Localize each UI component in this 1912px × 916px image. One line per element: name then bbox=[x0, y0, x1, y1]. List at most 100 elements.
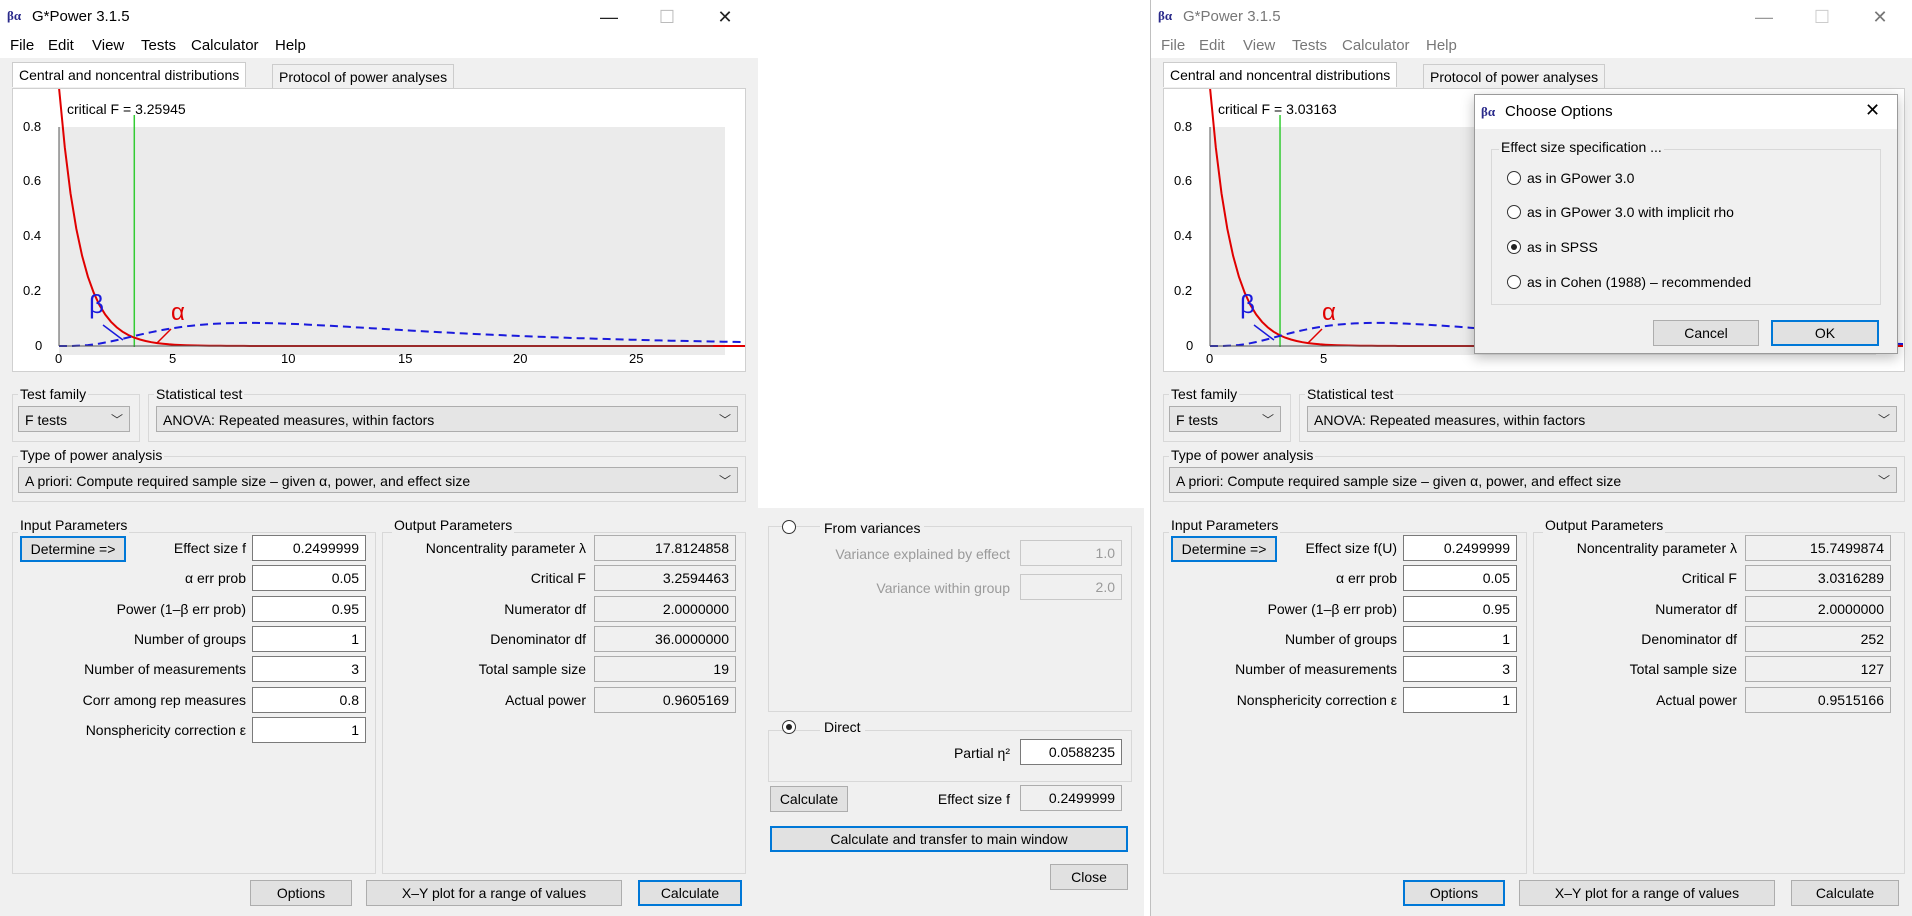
options-button[interactable]: Options bbox=[1403, 880, 1505, 906]
calculate-button[interactable]: Calculate bbox=[1791, 880, 1899, 906]
output-parameters-label: Output Parameters bbox=[392, 517, 515, 533]
tab-distributions[interactable]: Central and noncentral distributions bbox=[1163, 62, 1398, 87]
var-effect-label: Variance explained by effect bbox=[835, 546, 1010, 562]
determine-button[interactable]: Determine => bbox=[1171, 536, 1277, 562]
maximize-icon[interactable]: ☐ bbox=[638, 0, 696, 34]
output-label: Total sample size bbox=[478, 661, 586, 677]
minimize-icon[interactable]: — bbox=[1735, 0, 1793, 34]
alpha-symbol: α bbox=[171, 299, 185, 326]
effect-calculate-button[interactable]: Calculate bbox=[770, 786, 848, 812]
statistical-test-select[interactable]: ANOVA: Repeated measures, within factors… bbox=[1307, 406, 1897, 432]
var-effect-input[interactable]: 1.0 bbox=[1020, 540, 1122, 566]
statistical-test-select[interactable]: ANOVA: Repeated measures, within factors… bbox=[156, 406, 738, 432]
menu-help[interactable]: Help bbox=[275, 37, 306, 54]
test-family-select[interactable]: F tests ﹀ bbox=[18, 406, 130, 432]
dialog-title: Choose Options bbox=[1505, 103, 1613, 120]
output-label: Actual power bbox=[1656, 692, 1737, 708]
test-family-label: Test family bbox=[1169, 386, 1240, 402]
alpha-err-input[interactable]: 0.05 bbox=[1403, 565, 1517, 591]
alpha-err-input[interactable]: 0.05 bbox=[252, 565, 366, 591]
power-input[interactable]: 0.95 bbox=[1403, 596, 1517, 622]
menu-calculator[interactable]: Calculator bbox=[191, 37, 259, 54]
determine-button[interactable]: Determine => bbox=[20, 536, 126, 562]
menu-view[interactable]: View bbox=[92, 37, 124, 54]
nonsphericity-input[interactable]: 1 bbox=[252, 717, 366, 743]
menu-calculator[interactable]: Calculator bbox=[1342, 37, 1410, 54]
menu-file[interactable]: File bbox=[1161, 37, 1185, 54]
input-label: Effect size f(U) bbox=[1305, 540, 1397, 556]
power-analysis-select[interactable]: A priori: Compute required sample size –… bbox=[1169, 467, 1897, 493]
menu-tests[interactable]: Tests bbox=[141, 37, 176, 54]
number-of-groups-input[interactable]: 1 bbox=[1403, 626, 1517, 652]
window-title: G*Power 3.1.5 bbox=[1183, 8, 1281, 25]
options-button[interactable]: Options bbox=[250, 880, 352, 906]
corr-rep-measures-input[interactable]: 0.8 bbox=[252, 687, 366, 713]
from-variances-radio[interactable] bbox=[782, 520, 796, 534]
effect-spec-label: Effect size specification ... bbox=[1499, 139, 1664, 155]
maximize-icon[interactable]: ☐ bbox=[1793, 0, 1851, 34]
distribution-plot-panel: critical F = 3.25945 β α 0 0.2 0.4 0.6 0… bbox=[12, 88, 746, 372]
var-within-input[interactable]: 2.0 bbox=[1020, 574, 1122, 600]
option-spss-radio[interactable] bbox=[1507, 240, 1521, 254]
direct-radio[interactable] bbox=[782, 720, 796, 734]
xy-plot-button[interactable]: X–Y plot for a range of values bbox=[1519, 880, 1775, 906]
effect-size-input[interactable]: 0.2499999 bbox=[1403, 535, 1517, 561]
close-icon[interactable]: ✕ bbox=[1851, 0, 1909, 34]
close-icon[interactable]: ✕ bbox=[696, 0, 754, 34]
number-of-measurements-input[interactable]: 3 bbox=[1403, 656, 1517, 682]
chevron-down-icon: ﹀ bbox=[1877, 474, 1890, 488]
menu-file[interactable]: File bbox=[10, 37, 34, 54]
x-tick: 15 bbox=[398, 351, 413, 366]
calculate-transfer-button[interactable]: Calculate and transfer to main window bbox=[770, 826, 1128, 852]
menu-help[interactable]: Help bbox=[1426, 37, 1457, 54]
y-tick: 0 bbox=[35, 338, 43, 353]
x-tick: 5 bbox=[169, 351, 177, 366]
nonsphericity-input[interactable]: 1 bbox=[1403, 687, 1517, 713]
alpha-symbol: α bbox=[1322, 299, 1336, 326]
option-implicit-rho-radio[interactable] bbox=[1507, 205, 1521, 219]
statistical-test-label: Statistical test bbox=[1305, 386, 1396, 402]
option-label: as in GPower 3.0 with implicit rho bbox=[1527, 204, 1734, 220]
x-tick: 10 bbox=[281, 351, 296, 366]
denominator-df-output: 252 bbox=[1745, 626, 1891, 652]
test-family-select[interactable]: F tests ﹀ bbox=[1169, 406, 1281, 432]
input-label: Power (1–β err prob) bbox=[116, 601, 246, 617]
partial-eta-input[interactable]: 0.0588235 bbox=[1020, 739, 1122, 765]
total-sample-size-output: 127 bbox=[1745, 656, 1891, 682]
option-gpower30-radio[interactable] bbox=[1507, 171, 1521, 185]
option-cohen-radio[interactable] bbox=[1507, 275, 1521, 289]
menu-edit[interactable]: Edit bbox=[1199, 37, 1225, 54]
dialog-cancel-button[interactable]: Cancel bbox=[1653, 320, 1759, 346]
close-icon[interactable]: ✕ bbox=[1865, 100, 1880, 121]
tab-distributions[interactable]: Central and noncentral distributions bbox=[12, 62, 247, 87]
menu-tests[interactable]: Tests bbox=[1292, 37, 1327, 54]
output-label: Denominator df bbox=[1641, 631, 1737, 647]
number-of-measurements-input[interactable]: 3 bbox=[252, 656, 366, 682]
right-menu-bar: File Edit View Tests Calculator Help bbox=[1151, 34, 1912, 58]
x-tick: 25 bbox=[629, 351, 644, 366]
power-analysis-select[interactable]: A priori: Compute required sample size –… bbox=[18, 467, 738, 493]
input-label: Nonsphericity correction ε bbox=[85, 722, 246, 738]
tab-protocol[interactable]: Protocol of power analyses bbox=[1423, 64, 1606, 89]
output-label: Noncentrality parameter λ bbox=[1576, 540, 1737, 556]
option-label: as in Cohen (1988) – recommended bbox=[1527, 274, 1752, 290]
number-of-groups-input[interactable]: 1 bbox=[252, 626, 366, 652]
output-label: Noncentrality parameter λ bbox=[425, 540, 586, 556]
power-input[interactable]: 0.95 bbox=[252, 596, 366, 622]
output-label: Numerator df bbox=[1655, 601, 1737, 617]
minimize-icon[interactable]: — bbox=[580, 0, 638, 34]
chevron-down-icon: ﹀ bbox=[1261, 413, 1274, 427]
menu-edit[interactable]: Edit bbox=[48, 37, 74, 54]
xy-plot-button[interactable]: X–Y plot for a range of values bbox=[366, 880, 622, 906]
effect-close-button[interactable]: Close bbox=[1050, 864, 1128, 890]
effect-size-input[interactable]: 0.2499999 bbox=[252, 535, 366, 561]
dialog-ok-button[interactable]: OK bbox=[1771, 320, 1879, 346]
tab-protocol[interactable]: Protocol of power analyses bbox=[272, 64, 455, 89]
gpower-logo-icon: βα bbox=[1481, 104, 1496, 119]
distribution-plot bbox=[58, 89, 745, 355]
menu-view[interactable]: View bbox=[1243, 37, 1275, 54]
calculate-button[interactable]: Calculate bbox=[638, 880, 742, 906]
statistical-test-value: ANOVA: Repeated measures, within factors bbox=[1314, 412, 1586, 428]
dialog-title-bar: βα Choose Options ✕ bbox=[1475, 95, 1897, 129]
output-label: Total sample size bbox=[1629, 661, 1737, 677]
